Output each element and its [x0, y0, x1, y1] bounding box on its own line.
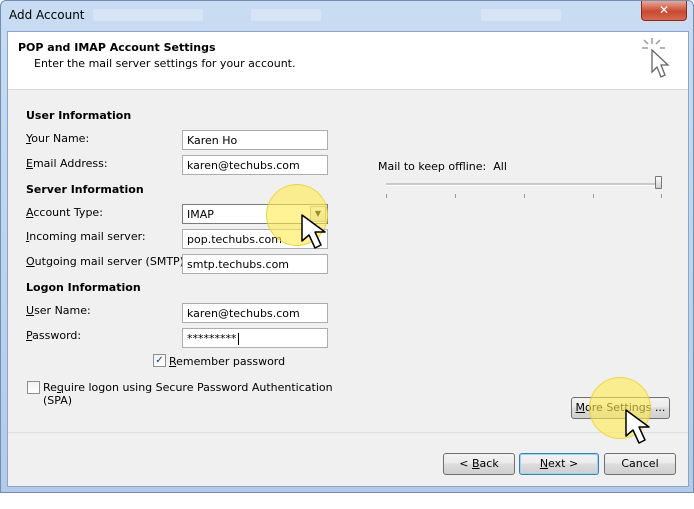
your-name-label: Your Name: [26, 132, 90, 145]
spa-checkbox[interactable] [27, 381, 40, 394]
user-info-heading: User Information [26, 109, 132, 122]
email-input[interactable]: karen@techubs.com [182, 155, 328, 175]
slider-tick [593, 194, 594, 198]
slider-tick [386, 194, 387, 198]
offline-value: All [493, 160, 507, 173]
slider-tick [524, 194, 525, 198]
slider-tick [661, 194, 662, 198]
offline-slider-thumb[interactable] [655, 176, 662, 189]
header-subtitle: Enter the mail server settings for your … [34, 57, 296, 70]
outgoing-server-input[interactable]: smtp.techubs.com [182, 254, 328, 274]
window-title: Add Account [9, 8, 85, 22]
mouse-pointer-icon [625, 409, 650, 444]
password-value: ********* [187, 332, 237, 345]
spa-label: Require logon using Secure Password Auth… [43, 381, 333, 407]
header-title: POP and IMAP Account Settings [18, 41, 216, 54]
your-name-input[interactable]: Karen Ho [182, 130, 328, 150]
remember-password-label: Remember password [169, 355, 286, 368]
back-button[interactable]: < Back [443, 453, 515, 475]
account-type-value: IMAP [187, 208, 214, 221]
incoming-server-label: Incoming mail server: [26, 230, 146, 243]
server-info-heading: Server Information [26, 183, 144, 196]
email-label: Email Address: [26, 157, 108, 170]
logon-info-heading: Logon Information [26, 281, 141, 294]
password-input[interactable]: ********* [182, 328, 328, 348]
outgoing-server-label: Outgoing mail server (SMTP): [26, 255, 188, 268]
username-label: User Name: [26, 304, 91, 317]
password-label: Password: [26, 329, 82, 342]
dialog-header: POP and IMAP Account Settings Enter the … [8, 32, 688, 90]
cancel-button[interactable]: Cancel [604, 453, 676, 475]
text-caret [237, 333, 239, 345]
username-input[interactable]: karen@techubs.com [182, 303, 328, 323]
next-button[interactable]: Next > [519, 453, 599, 475]
dialog-client-area: POP and IMAP Account Settings Enter the … [7, 31, 689, 487]
slider-tick [455, 194, 456, 198]
offline-label: Mail to keep offline: All [378, 160, 507, 173]
mouse-pointer-icon [301, 214, 326, 249]
background-window-ghost [251, 9, 321, 21]
cursor-sparkle-icon [642, 38, 670, 78]
title-bar[interactable]: Add Account ✕ [1, 1, 693, 31]
add-account-window: Add Account ✕ POP and IMAP Account Setti… [0, 0, 694, 493]
background-window-ghost [481, 9, 561, 21]
close-button[interactable]: ✕ [641, 1, 687, 21]
remember-password-checkbox[interactable]: ✓ [153, 354, 166, 367]
offline-slider-track[interactable] [386, 183, 662, 186]
offline-label-text: Mail to keep offline: [378, 160, 487, 173]
dialog-footer: < Back Next > Cancel [8, 432, 688, 487]
settings-body: User Information Your Name: Karen Ho Ema… [8, 90, 688, 432]
account-type-label: Account Type: [26, 206, 103, 219]
background-window-ghost [93, 9, 203, 21]
